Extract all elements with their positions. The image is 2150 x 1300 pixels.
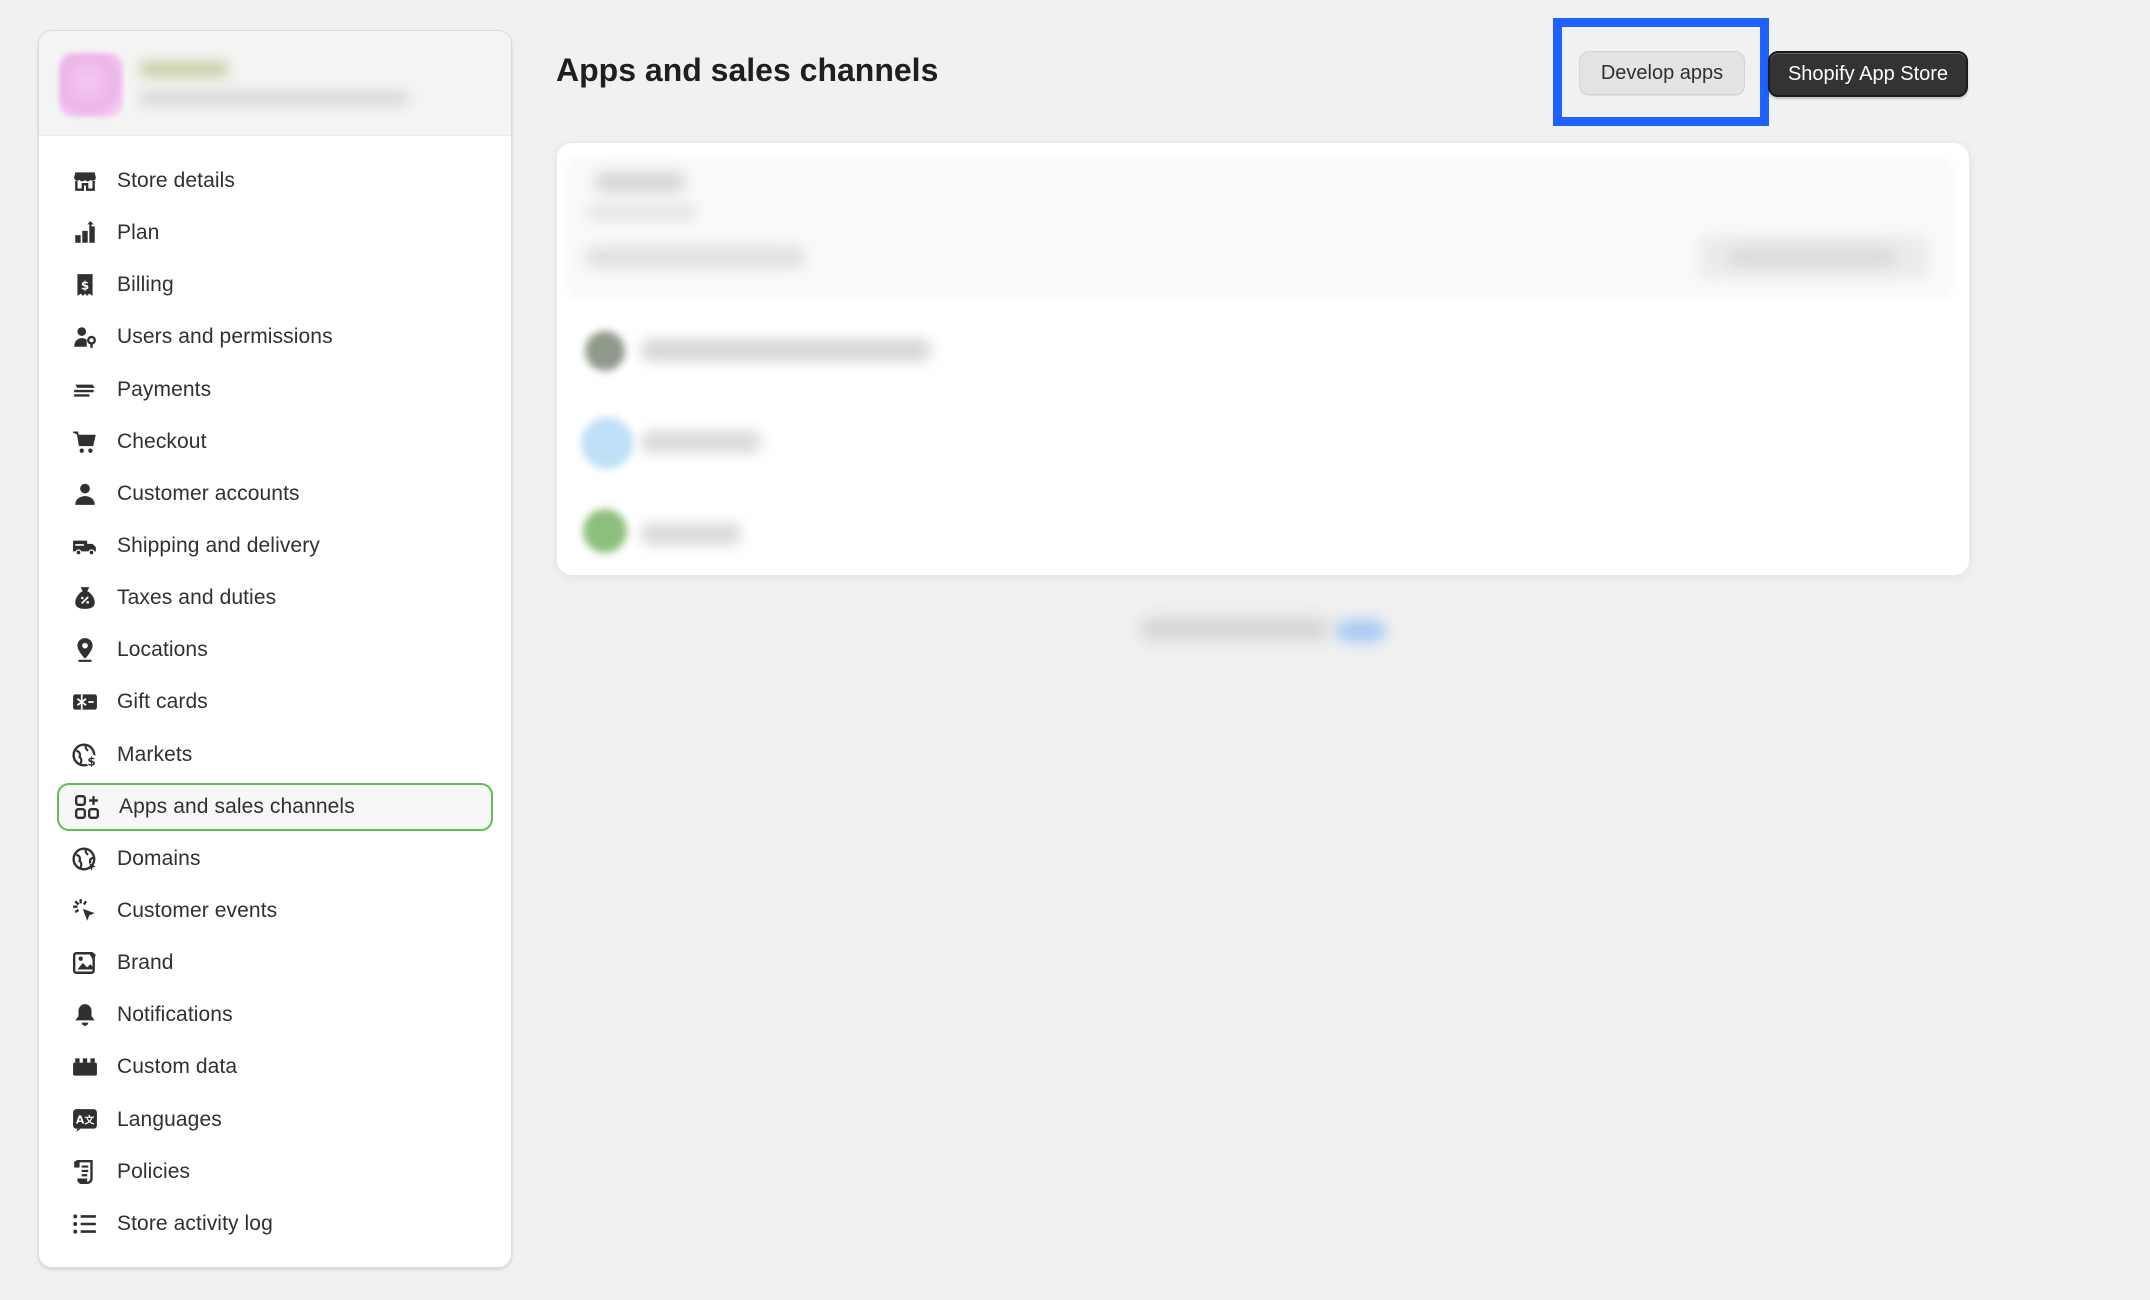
sidebar-item-label: Taxes and duties: [117, 586, 277, 610]
sidebar-item-label: Custom data: [117, 1055, 238, 1079]
store-avatar: [59, 53, 123, 117]
tax-bag-icon: [71, 584, 99, 612]
sidebar-item-taxes-and-duties[interactable]: Taxes and duties: [57, 574, 493, 622]
sidebar-item-label: Payments: [117, 377, 212, 401]
sidebar-item-label: Customer accounts: [117, 481, 300, 505]
shopify-app-store-button[interactable]: Shopify App Store: [1768, 51, 1968, 97]
cursor-click-icon: [71, 897, 99, 925]
svg-text:文: 文: [84, 1113, 94, 1126]
card-description-redacted: [585, 247, 805, 267]
policy-scroll-icon: [71, 1158, 99, 1186]
sidebar-item-label: Notifications: [117, 1003, 233, 1027]
store-url-redacted: [139, 91, 409, 105]
sidebar-item-notifications[interactable]: Notifications: [57, 991, 493, 1039]
sidebar-item-label: Domains: [117, 846, 201, 870]
card-title-redacted: [595, 173, 685, 191]
gift-card-icon: [71, 688, 99, 716]
sidebar-item-label: Languages: [117, 1107, 222, 1131]
location-pin-icon: [71, 636, 99, 664]
sidebar-item-domains[interactable]: Domains: [57, 835, 493, 883]
sidebar-item-custom-data[interactable]: Custom data: [57, 1043, 493, 1091]
sidebar-item-locations[interactable]: Locations: [57, 626, 493, 674]
sidebar-item-label: Gift cards: [117, 690, 208, 714]
settings-sidebar: Store details Plan $ Billing Users and p…: [38, 30, 512, 1268]
card-subtitle-redacted: [587, 205, 697, 219]
sidebar-item-label: Store activity log: [117, 1211, 273, 1235]
list-icon: [71, 1210, 99, 1238]
installed-apps-card: [556, 142, 1970, 576]
translate-icon: A文: [71, 1106, 99, 1134]
globe-icon: [71, 845, 99, 873]
app-name-redacted[interactable]: [641, 339, 931, 361]
app-icon-redacted: [585, 331, 625, 371]
app-icon-redacted: [583, 509, 627, 553]
sidebar-item-store-details[interactable]: Store details: [57, 157, 493, 205]
svg-text:$: $: [87, 754, 95, 768]
person-icon: [71, 480, 99, 508]
sidebar-item-brand[interactable]: Brand: [57, 939, 493, 987]
sidebar-item-label: Shipping and delivery: [117, 533, 320, 557]
sidebar-item-label: Apps and sales channels: [119, 794, 355, 818]
sidebar-item-label: Policies: [117, 1159, 191, 1183]
sidebar-item-shipping-and-delivery[interactable]: Shipping and delivery: [57, 522, 493, 570]
brand-image-icon: [71, 949, 99, 977]
sidebar-item-label: Brand: [117, 951, 174, 975]
sidebar-item-checkout[interactable]: Checkout: [57, 418, 493, 466]
footer-link-redacted[interactable]: [1336, 620, 1386, 642]
sidebar-item-customer-accounts[interactable]: Customer accounts: [57, 470, 493, 518]
develop-apps-button[interactable]: Develop apps: [1579, 51, 1745, 95]
sidebar-item-apps-and-sales-channels[interactable]: Apps and sales channels: [57, 782, 493, 831]
bell-icon: [71, 1001, 99, 1029]
store-icon: [71, 167, 99, 195]
sidebar-item-label: Plan: [117, 221, 160, 245]
sidebar-item-label: Users and permissions: [117, 325, 333, 349]
database-icon: [71, 1053, 99, 1081]
settings-nav: Store details Plan $ Billing Users and p…: [57, 157, 493, 1252]
sidebar-item-users-and-permissions[interactable]: Users and permissions: [57, 313, 493, 361]
app-icon-redacted: [581, 417, 633, 469]
sidebar-item-store-activity-log[interactable]: Store activity log: [57, 1200, 493, 1248]
truck-icon: [71, 532, 99, 560]
card-action-label-redacted: [1727, 247, 1897, 267]
sidebar-item-label: Billing: [117, 273, 174, 297]
sidebar-item-billing[interactable]: $ Billing: [57, 261, 493, 309]
sidebar-item-languages[interactable]: A文 Languages: [57, 1096, 493, 1144]
globe-dollar-icon: $: [71, 741, 99, 769]
sidebar-item-label: Locations: [117, 638, 208, 662]
plan-icon: [71, 219, 99, 247]
apps-grid-icon: [73, 793, 101, 821]
sidebar-item-label: Store details: [117, 169, 236, 192]
svg-text:$: $: [81, 279, 89, 293]
sidebar-item-gift-cards[interactable]: Gift cards: [57, 678, 493, 726]
sidebar-item-markets[interactable]: $ Markets: [57, 731, 493, 779]
store-header[interactable]: [39, 31, 511, 136]
store-name-redacted: [139, 61, 229, 77]
sidebar-item-label: Customer events: [117, 898, 278, 922]
sidebar-item-label: Checkout: [117, 429, 207, 453]
sidebar-item-plan[interactable]: Plan: [57, 209, 493, 257]
sidebar-item-customer-events[interactable]: Customer events: [57, 887, 493, 935]
billing-icon: $: [71, 271, 99, 299]
payments-icon: [71, 376, 99, 404]
footer-text-redacted: [1140, 618, 1330, 640]
page-title: Apps and sales channels: [556, 52, 939, 88]
sidebar-item-policies[interactable]: Policies: [57, 1148, 493, 1196]
cart-icon: [71, 428, 99, 456]
users-icon: [71, 323, 99, 351]
app-name-redacted[interactable]: [641, 431, 761, 453]
sidebar-item-payments[interactable]: Payments: [57, 366, 493, 414]
sidebar-item-label: Markets: [117, 742, 193, 766]
app-name-redacted[interactable]: [641, 523, 741, 545]
